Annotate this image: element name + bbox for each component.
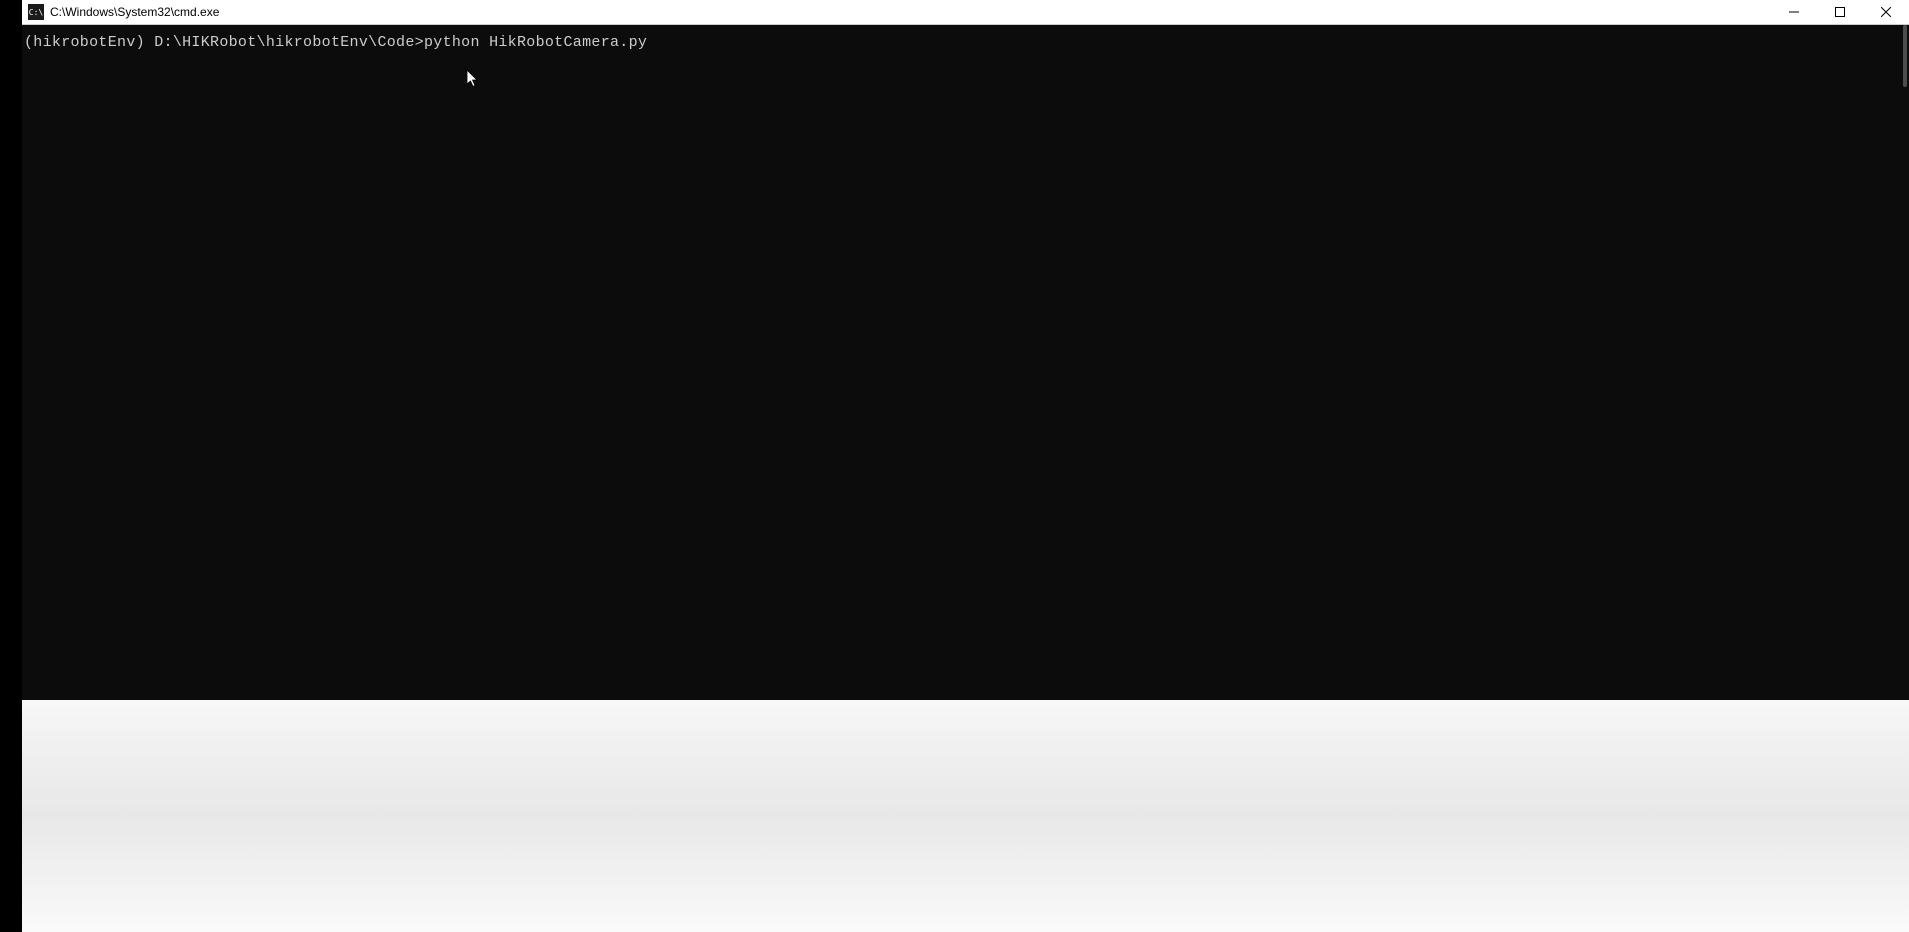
cmd-window: C:\ C:\Windows\System32\cmd.exe (hi <box>22 0 1909 700</box>
bottom-background-area <box>22 700 1909 932</box>
close-icon <box>1881 7 1891 17</box>
close-button[interactable] <box>1863 0 1909 24</box>
minimize-icon <box>1789 7 1799 17</box>
scrollbar-thumb[interactable] <box>1903 25 1907 87</box>
terminal-output[interactable]: (hikrobotEnv) D:\HIKRobot\hikrobotEnv\Co… <box>22 25 1909 700</box>
window-controls <box>1771 0 1909 24</box>
maximize-button[interactable] <box>1817 0 1863 24</box>
titlebar[interactable]: C:\ C:\Windows\System32\cmd.exe <box>22 0 1909 25</box>
prompt-line: (hikrobotEnv) D:\HIKRobot\hikrobotEnv\Co… <box>24 33 1907 53</box>
window-title: C:\Windows\System32\cmd.exe <box>50 5 1771 19</box>
maximize-icon <box>1835 7 1845 17</box>
cmd-icon: C:\ <box>28 4 44 20</box>
left-margin-strip <box>0 0 22 932</box>
scrollbar-track[interactable] <box>1893 25 1909 700</box>
minimize-button[interactable] <box>1771 0 1817 24</box>
